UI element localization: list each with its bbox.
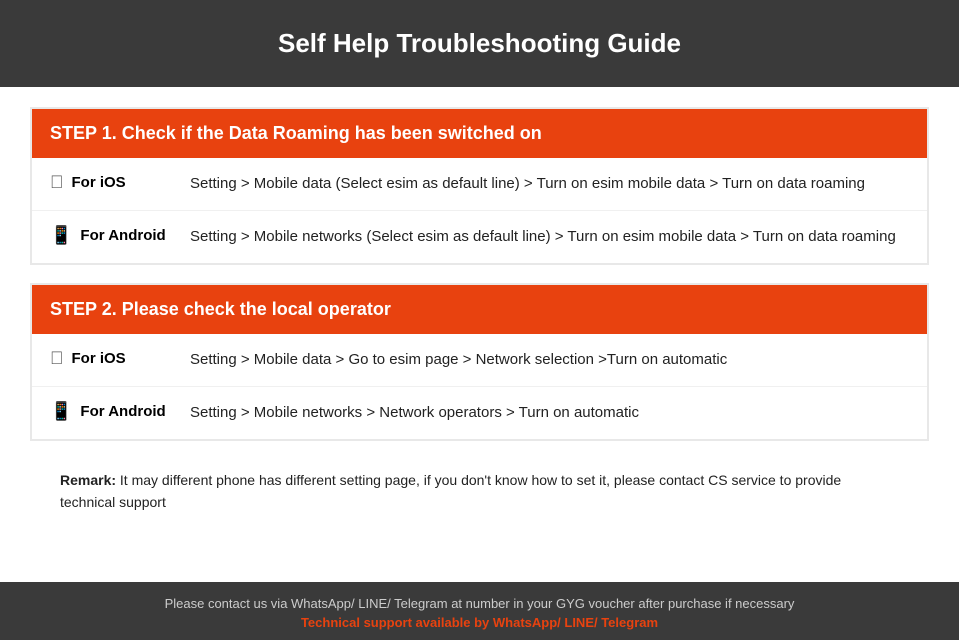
- step1-ios-label:  For iOS: [50, 172, 190, 193]
- step1-android-label-text: For Android: [80, 227, 165, 244]
- step1-android-label: 📱 For Android: [50, 225, 190, 246]
- page-header: Self Help Troubleshooting Guide: [0, 0, 959, 87]
- step2-ios-label-text: For iOS: [72, 350, 126, 367]
- page-title: Self Help Troubleshooting Guide: [278, 28, 681, 58]
- step1-heading: STEP 1. Check if the Data Roaming has be…: [50, 123, 542, 143]
- step1-ios-label-text: For iOS: [72, 174, 126, 191]
- main-content: STEP 1. Check if the Data Roaming has be…: [0, 87, 959, 582]
- footer-main-text: Please contact us via WhatsApp/ LINE/ Te…: [20, 596, 939, 611]
- step2-heading: STEP 2. Please check the local operator: [50, 299, 391, 319]
- step2-android-row: 📱 For Android Setting > Mobile networks …: [32, 387, 927, 439]
- step1-block: STEP 1. Check if the Data Roaming has be…: [30, 107, 929, 265]
- step1-header: STEP 1. Check if the Data Roaming has be…: [32, 109, 927, 158]
- step2-android-label-text: For Android: [80, 403, 165, 420]
- step1-ios-text: Setting > Mobile data (Select esim as de…: [190, 172, 909, 196]
- step1-android-text: Setting > Mobile networks (Select esim a…: [190, 225, 909, 249]
- step2-ios-label:  For iOS: [50, 348, 190, 369]
- android-icon-2: 📱: [50, 401, 72, 422]
- step2-body:  For iOS Setting > Mobile data > Go to …: [32, 334, 927, 439]
- apple-icon: : [50, 172, 64, 193]
- step1-ios-row:  For iOS Setting > Mobile data (Select …: [32, 158, 927, 211]
- remark-prefix: Remark:: [60, 472, 116, 488]
- step2-android-text: Setting > Mobile networks > Network oper…: [190, 401, 909, 425]
- page-footer: Please contact us via WhatsApp/ LINE/ Te…: [0, 582, 959, 640]
- step1-android-row: 📱 For Android Setting > Mobile networks …: [32, 211, 927, 263]
- android-icon: 📱: [50, 225, 72, 246]
- step2-block: STEP 2. Please check the local operator …: [30, 283, 929, 441]
- step1-body:  For iOS Setting > Mobile data (Select …: [32, 158, 927, 263]
- remark-section: Remark: It may different phone has diffe…: [30, 459, 929, 530]
- step2-header: STEP 2. Please check the local operator: [32, 285, 927, 334]
- footer-support-text: Technical support available by WhatsApp/…: [20, 615, 939, 630]
- step2-ios-text: Setting > Mobile data > Go to esim page …: [190, 348, 909, 372]
- apple-icon-2: : [50, 348, 64, 369]
- step2-ios-row:  For iOS Setting > Mobile data > Go to …: [32, 334, 927, 387]
- step2-android-label: 📱 For Android: [50, 401, 190, 422]
- remark-text: It may different phone has different set…: [60, 472, 841, 510]
